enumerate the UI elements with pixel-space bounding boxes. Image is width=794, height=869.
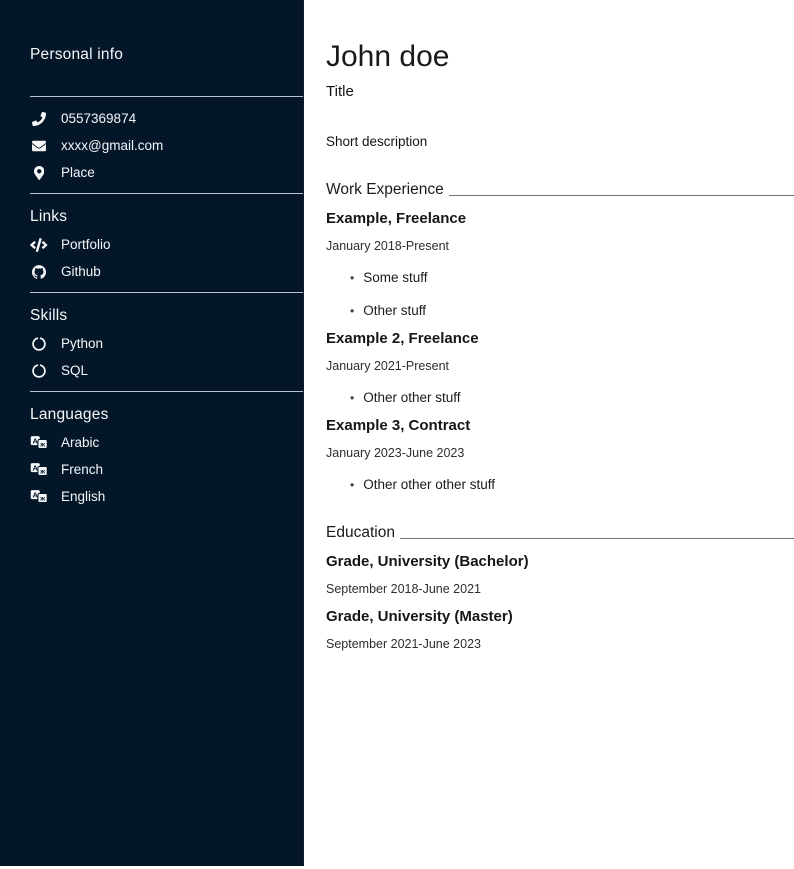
entry-title: Grade, University (Bachelor) — [326, 553, 772, 571]
sidebar-item-place: Place — [30, 164, 303, 181]
sidebar-item-label: Place — [61, 165, 95, 180]
sidebar-item-xxxx-gmail-com: xxxx@gmail.com — [30, 137, 303, 154]
svg-text:ж: ж — [39, 469, 45, 476]
svg-text:ж: ж — [39, 496, 45, 503]
svg-text:ж: ж — [39, 442, 45, 449]
sidebar-heading-languages: Languages — [30, 406, 303, 424]
short-description: Short description — [326, 134, 794, 150]
sidebar-divider — [30, 96, 303, 97]
bullet-item: Some stuff — [350, 270, 794, 286]
circle-notch-icon — [30, 337, 48, 351]
language-icon: Aж — [30, 435, 48, 450]
sidebar-divider — [30, 391, 303, 392]
section-title: Work Experience — [326, 180, 444, 199]
section-rule — [400, 538, 794, 539]
sidebar-item-0557369874: 0557369874 — [30, 110, 303, 127]
bullet-item: Other other stuff — [350, 390, 794, 406]
email-icon — [30, 139, 48, 153]
entry-bullets: Some stuff Other stuff — [326, 270, 794, 319]
sidebar-item-label: SQL — [61, 363, 88, 378]
sidebar-item-portfolio[interactable]: Portfolio — [30, 236, 303, 253]
entry-date: January 2021-Present — [326, 359, 794, 374]
sidebar-item-label: Arabic — [61, 435, 99, 450]
entry-date: January 2023-June 2023 — [326, 446, 794, 461]
sidebar-divider — [30, 292, 303, 293]
entry-bullets: Other other stuff — [326, 390, 794, 406]
main-content: John doe Title Short description Work Ex… — [304, 0, 794, 869]
main-sections: Work Experience Example, Freelance January… — [326, 180, 794, 652]
sidebar-item-label: French — [61, 462, 103, 477]
sidebar-item-github[interactable]: Github — [30, 263, 303, 280]
sidebar: Personal info 0557369874 xxxx@gmail.com Pla… — [0, 0, 304, 866]
bullet-item: Other other other stuff — [350, 477, 794, 493]
entry-date: September 2021-June 2023 — [326, 637, 794, 652]
sidebar-item-label[interactable]: Github — [61, 264, 101, 279]
resume-page: Personal info 0557369874 xxxx@gmail.com Pla… — [0, 0, 794, 869]
sidebar-item-label: Python — [61, 336, 103, 351]
sidebar-groups: Personal info 0557369874 xxxx@gmail.com Pla… — [30, 46, 303, 505]
person-title: Title — [326, 83, 794, 101]
section-heading-work-experience: Work Experience — [326, 180, 794, 199]
sidebar-heading-skills: Skills — [30, 307, 303, 325]
github-icon — [30, 265, 48, 279]
person-name: John doe — [326, 40, 794, 74]
entry-title: Example 2, Freelance — [326, 330, 772, 348]
entry-bullets: Other other other stuff — [326, 477, 794, 493]
sidebar-item-label[interactable]: Portfolio — [61, 237, 111, 252]
section-heading-education: Education — [326, 523, 794, 542]
sidebar-divider — [30, 193, 303, 194]
phone-icon — [30, 112, 48, 126]
circle-notch-icon — [30, 364, 48, 378]
sidebar-item-sql: SQL — [30, 362, 303, 379]
sidebar-item-label: English — [61, 489, 105, 504]
sidebar-item-arabic: Aж Arabic — [30, 434, 303, 451]
location-icon — [30, 166, 48, 180]
bullet-item: Other stuff — [350, 303, 794, 319]
sidebar-item-python: Python — [30, 335, 303, 352]
code-icon — [30, 238, 48, 252]
sidebar-item-label: 0557369874 — [61, 111, 136, 126]
language-icon: Aж — [30, 462, 48, 477]
entry-date: January 2018-Present — [326, 239, 794, 254]
section-title: Education — [326, 523, 395, 542]
sidebar-heading-links: Links — [30, 208, 303, 226]
sidebar-item-label: xxxx@gmail.com — [61, 138, 163, 153]
entry-title: Example, Freelance — [326, 210, 772, 228]
language-icon: Aж — [30, 489, 48, 504]
section-rule — [449, 195, 794, 196]
entry-title: Example 3, Contract — [326, 417, 772, 435]
sidebar-item-english: Aж English — [30, 488, 303, 505]
sidebar-item-french: Aж French — [30, 461, 303, 478]
sidebar-heading-personal-info: Personal info — [30, 46, 303, 64]
entry-title: Grade, University (Master) — [326, 608, 772, 626]
entry-date: September 2018-June 2021 — [326, 582, 794, 597]
